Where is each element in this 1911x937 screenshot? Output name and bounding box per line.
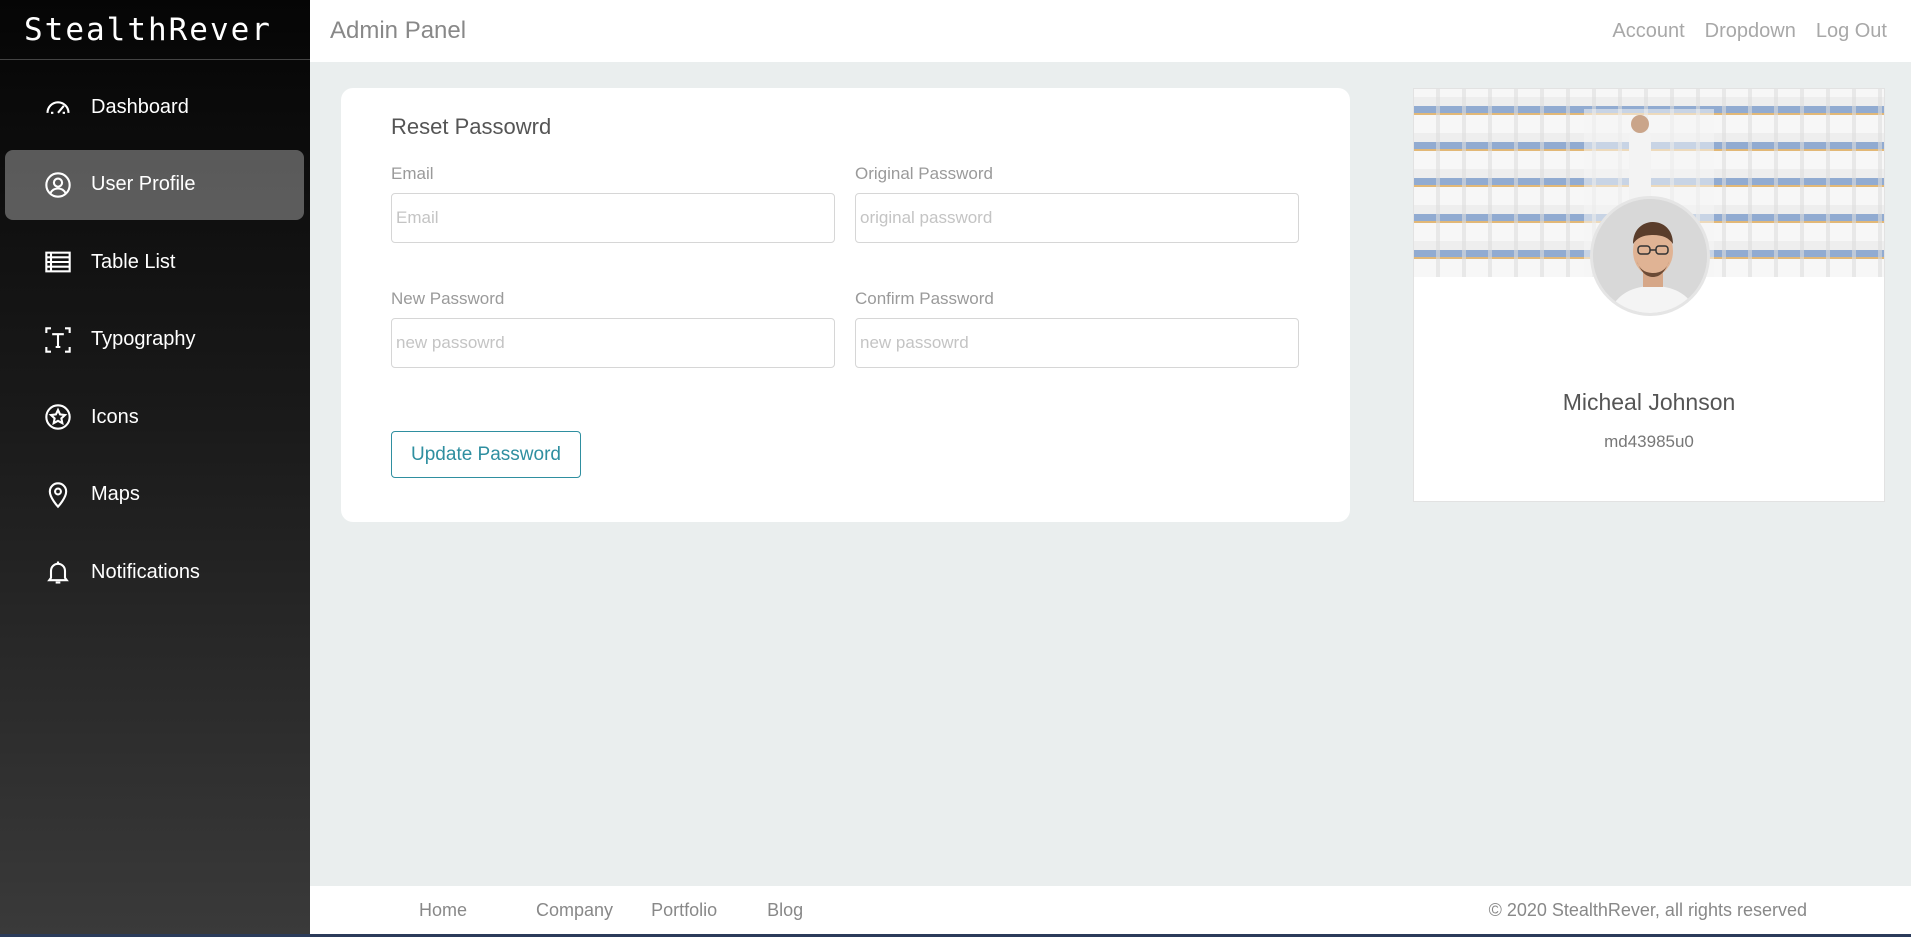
email-field-group: Email <box>391 164 835 243</box>
bell-icon <box>41 555 75 589</box>
sidebar-item-icons[interactable]: Icons <box>5 382 304 452</box>
original-password-label: Original Password <box>855 164 993 183</box>
footer: Home Company Portfolio Blog © 2020 Steal… <box>310 886 1911 934</box>
sidebar-item-label: User Profile <box>91 173 196 195</box>
new-password-input[interactable] <box>391 318 835 368</box>
map-pin-icon <box>41 478 75 512</box>
top-navbar: Admin Panel Account Dropdown Log Out <box>310 0 1911 62</box>
sidebar: StealthRever Dashboard User Profile Tabl… <box>0 0 310 937</box>
star-badge-icon <box>41 400 75 434</box>
sidebar-item-label: Table List <box>91 250 176 273</box>
sidebar-item-label: Maps <box>91 483 140 505</box>
text-icon <box>41 323 75 357</box>
logout-link[interactable]: Log Out <box>1816 20 1887 43</box>
footer-link-portfolio[interactable]: Portfolio <box>651 900 717 921</box>
footer-links: Home Company Portfolio Blog <box>419 900 803 921</box>
account-link[interactable]: Account <box>1612 20 1684 43</box>
avatar-image <box>1593 199 1707 313</box>
copyright-text: © 2020 StealthRever, all rights reserved <box>1488 899 1807 920</box>
footer-link-home[interactable]: Home <box>419 900 467 921</box>
page-title: Admin Panel <box>330 17 467 44</box>
email-label: Email <box>391 164 434 183</box>
new-password-field-group: New Password <box>391 289 835 368</box>
confirm-password-label: Confirm Password <box>855 289 994 308</box>
sidebar-item-user-profile[interactable]: User Profile <box>5 149 304 220</box>
update-password-button[interactable]: Update Password <box>391 431 581 478</box>
footer-link-blog[interactable]: Blog <box>767 900 803 921</box>
sidebar-nav: Dashboard User Profile Table List Typogr… <box>0 60 310 607</box>
confirm-password-input[interactable] <box>855 318 1299 368</box>
top-nav-links: Account Dropdown Log Out <box>1612 20 1887 43</box>
brand-logo[interactable]: StealthRever <box>0 0 310 60</box>
user-circle-icon <box>41 168 75 202</box>
profile-name: Micheal Johnson <box>1562 389 1736 415</box>
sidebar-item-notifications[interactable]: Notifications <box>5 537 304 607</box>
sidebar-item-label: Dashboard <box>91 95 189 118</box>
footer-link-company[interactable]: Company <box>536 900 613 921</box>
list-icon <box>41 245 75 279</box>
profile-username: md43985u0 <box>1604 432 1694 451</box>
sidebar-item-label: Icons <box>91 405 139 428</box>
card-title: Reset Passowrd <box>391 114 552 139</box>
speedometer-icon <box>41 90 75 124</box>
new-password-label: New Password <box>391 289 505 308</box>
reset-password-card: Reset Passowrd Email Original Password N… <box>341 88 1350 522</box>
sidebar-item-label: Typography <box>91 328 196 350</box>
sidebar-item-label: Notifications <box>91 560 200 583</box>
sidebar-item-typography[interactable]: Typography <box>5 305 304 375</box>
profile-card: Micheal Johnson md43985u0 <box>1413 88 1885 502</box>
sidebar-item-dashboard[interactable]: Dashboard <box>5 72 304 142</box>
sidebar-item-maps[interactable]: Maps <box>5 460 304 530</box>
original-password-input[interactable] <box>855 193 1299 243</box>
avatar[interactable] <box>1590 196 1710 316</box>
original-password-field-group: Original Password <box>855 164 1299 243</box>
sidebar-item-table-list[interactable]: Table List <box>5 227 304 297</box>
confirm-password-field-group: Confirm Password <box>855 289 1299 368</box>
dropdown-link[interactable]: Dropdown <box>1705 20 1796 43</box>
email-input[interactable] <box>391 193 835 243</box>
